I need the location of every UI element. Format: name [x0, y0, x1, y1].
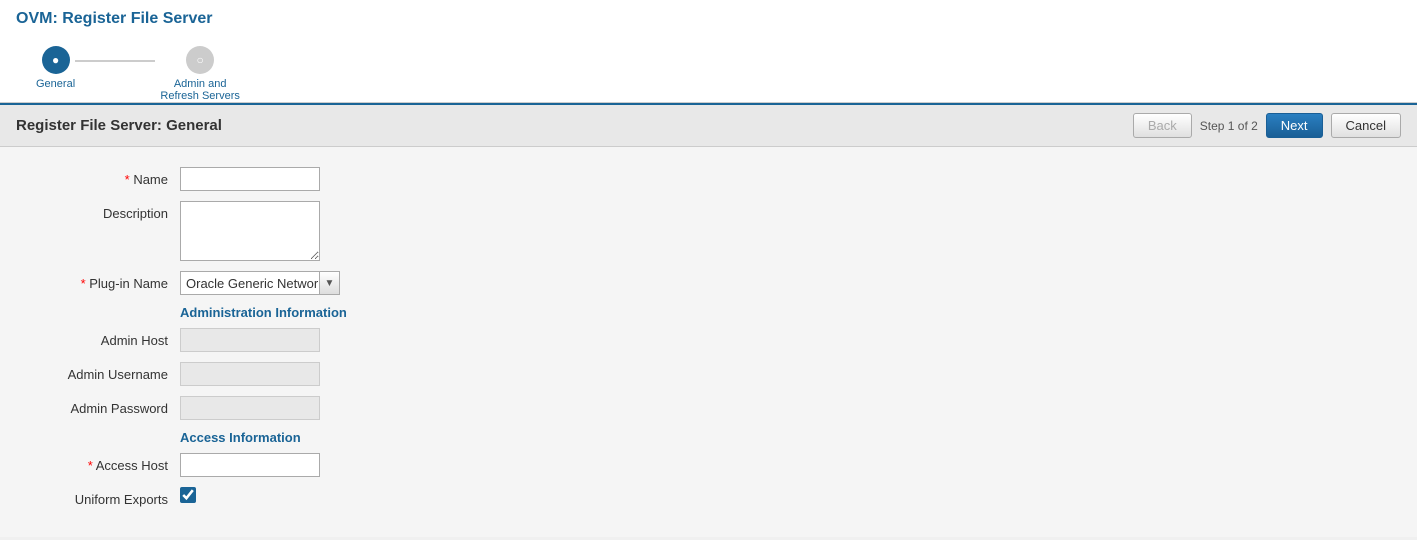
- admin-host-input[interactable]: [180, 328, 320, 352]
- access-info-label: Access Information: [180, 430, 1377, 445]
- step-circle-general: ●: [42, 46, 70, 74]
- admin-username-row: Admin Username: [40, 362, 1377, 386]
- section-actions: Back Step 1 of 2 Next Cancel: [1133, 113, 1401, 138]
- admin-password-label: Admin Password: [40, 396, 180, 416]
- step-label-admin-refresh: Admin and Refresh Servers: [155, 78, 245, 102]
- page-header: OVM: Register File Server ● General ○ Ad…: [0, 0, 1417, 103]
- plugin-name-select-wrapper: Oracle Generic Network Fi ▼: [180, 271, 340, 295]
- admin-username-label: Admin Username: [40, 362, 180, 382]
- cancel-button[interactable]: Cancel: [1331, 113, 1401, 138]
- description-input[interactable]: [180, 201, 320, 261]
- page-title: OVM: Register File Server: [16, 10, 1401, 28]
- admin-password-row: Admin Password: [40, 396, 1377, 420]
- description-label: Description: [40, 201, 180, 221]
- wizard-steps: ● General ○ Admin and Refresh Servers: [16, 38, 1401, 102]
- main-content: Name Description Plug-in Name Oracle Gen…: [0, 147, 1417, 537]
- name-label: Name: [40, 167, 180, 187]
- admin-host-row: Admin Host: [40, 328, 1377, 352]
- admin-password-input[interactable]: [180, 396, 320, 420]
- uniform-exports-checkbox[interactable]: [180, 487, 196, 503]
- plugin-name-label: Plug-in Name: [40, 271, 180, 291]
- admin-username-input[interactable]: [180, 362, 320, 386]
- plugin-name-display: Oracle Generic Network Fi: [180, 271, 320, 295]
- section-header: Register File Server: General Back Step …: [0, 103, 1417, 147]
- step-info: Step 1 of 2: [1200, 119, 1258, 133]
- step-connector: [75, 60, 155, 62]
- step-circle-admin-refresh: ○: [186, 46, 214, 74]
- step-label-general: General: [36, 78, 75, 90]
- next-button[interactable]: Next: [1266, 113, 1323, 138]
- section-title: Register File Server: General: [16, 117, 222, 134]
- access-host-label: Access Host: [40, 453, 180, 473]
- admin-host-label: Admin Host: [40, 328, 180, 348]
- name-row: Name: [40, 167, 1377, 191]
- access-host-row: Access Host: [40, 453, 1377, 477]
- wizard-step-general: ● General: [36, 46, 75, 90]
- uniform-exports-label: Uniform Exports: [40, 487, 180, 507]
- uniform-exports-row: Uniform Exports: [40, 487, 1377, 507]
- access-host-input[interactable]: [180, 453, 320, 477]
- plugin-name-dropdown-button[interactable]: ▼: [320, 271, 340, 295]
- wizard-step-admin-refresh: ○ Admin and Refresh Servers: [155, 46, 245, 102]
- name-input[interactable]: [180, 167, 320, 191]
- back-button[interactable]: Back: [1133, 113, 1192, 138]
- plugin-name-row: Plug-in Name Oracle Generic Network Fi ▼: [40, 271, 1377, 295]
- admin-info-label: Administration Information: [180, 305, 1377, 320]
- description-row: Description: [40, 201, 1377, 261]
